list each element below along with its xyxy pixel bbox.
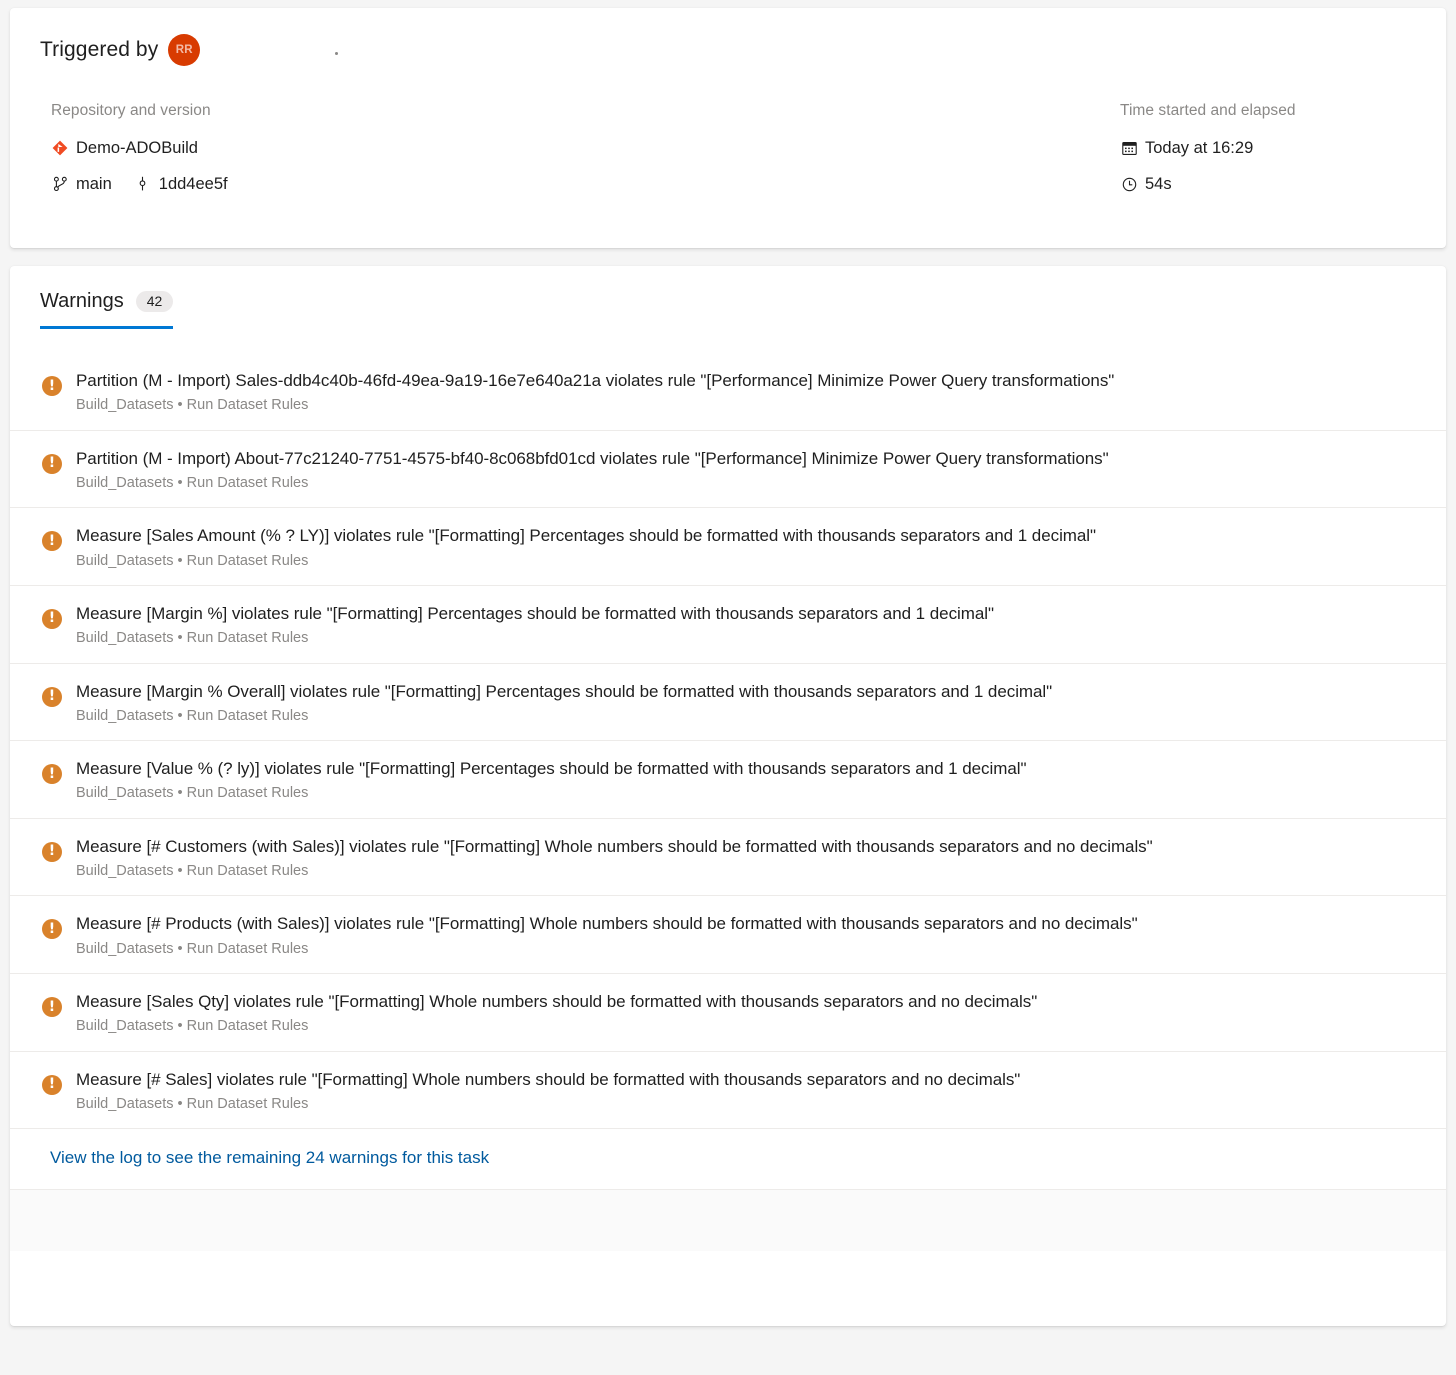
time-heading: Time started and elapsed bbox=[1120, 102, 1416, 120]
warning-source: Build_Datasets • Run Dataset Rules bbox=[76, 475, 1416, 492]
run-summary-card: Triggered by RR Repository and version D bbox=[10, 8, 1446, 248]
warning-content: Measure [Sales Qty] violates rule "[Form… bbox=[76, 991, 1416, 1036]
warning-exclamation-icon: ! bbox=[42, 687, 62, 707]
branch-name[interactable]: main bbox=[76, 176, 112, 193]
warning-content: Measure [Margin % Overall] violates rule… bbox=[76, 681, 1416, 726]
warning-content: Measure [Value % (? ly)] violates rule "… bbox=[76, 758, 1416, 803]
card-footer-strip bbox=[10, 1189, 1446, 1251]
repository-name-line[interactable]: Demo-ADOBuild bbox=[51, 133, 1115, 163]
time-elapsed-line: 54s bbox=[1120, 169, 1416, 199]
warning-content: Measure [Margin %] violates rule "[Forma… bbox=[76, 603, 1416, 648]
tab-warnings-label: Warnings bbox=[40, 290, 124, 313]
tab-bar: Warnings 42 bbox=[10, 266, 1446, 329]
warning-source: Build_Datasets • Run Dataset Rules bbox=[76, 785, 1416, 802]
list-item[interactable]: ! Measure [Sales Amount (% ? LY)] violat… bbox=[10, 507, 1446, 585]
warning-message: Measure [# Products (with Sales)] violat… bbox=[76, 913, 1416, 934]
warning-exclamation-icon: ! bbox=[42, 609, 62, 629]
list-item[interactable]: ! Measure [Sales Qty] violates rule "[Fo… bbox=[10, 973, 1446, 1051]
list-item[interactable]: ! Partition (M - Import) About-77c21240-… bbox=[10, 430, 1446, 508]
list-item[interactable]: ! Measure [Margin %] violates rule "[For… bbox=[10, 585, 1446, 663]
list-item[interactable]: ! Measure [# Sales] violates rule "[Form… bbox=[10, 1051, 1446, 1129]
warning-message: Measure [Sales Amount (% ? LY)] violates… bbox=[76, 525, 1416, 546]
repository-heading: Repository and version bbox=[51, 102, 1115, 120]
commit-id[interactable]: 1dd4ee5f bbox=[159, 176, 228, 193]
warning-message: Measure [# Sales] violates rule "[Format… bbox=[76, 1069, 1416, 1090]
warning-exclamation-icon: ! bbox=[42, 376, 62, 396]
warnings-count-badge: 42 bbox=[136, 291, 174, 312]
warning-exclamation-icon: ! bbox=[42, 919, 62, 939]
view-log-row: View the log to see the remaining 24 war… bbox=[10, 1128, 1446, 1189]
run-metadata-grid: Repository and version Demo-ADOBuild bbox=[40, 102, 1416, 199]
warnings-list: ! Partition (M - Import) Sales-ddb4c40b-… bbox=[10, 353, 1446, 1128]
azure-repos-diamond-icon bbox=[51, 139, 69, 157]
warning-message: Partition (M - Import) About-77c21240-77… bbox=[76, 448, 1416, 469]
time-started-value: Today at 16:29 bbox=[1145, 140, 1253, 157]
warning-source: Build_Datasets • Run Dataset Rules bbox=[76, 708, 1416, 725]
warning-message: Partition (M - Import) Sales-ddb4c40b-46… bbox=[76, 370, 1416, 391]
warning-source: Build_Datasets • Run Dataset Rules bbox=[76, 1018, 1416, 1035]
warning-exclamation-icon: ! bbox=[42, 454, 62, 474]
warning-source: Build_Datasets • Run Dataset Rules bbox=[76, 863, 1416, 880]
repository-name: Demo-ADOBuild bbox=[76, 140, 198, 157]
warning-message: Measure [Sales Qty] violates rule "[Form… bbox=[76, 991, 1416, 1012]
list-item[interactable]: ! Measure [# Customers (with Sales)] vio… bbox=[10, 818, 1446, 896]
repository-column: Repository and version Demo-ADOBuild bbox=[40, 102, 1115, 199]
warning-source: Build_Datasets • Run Dataset Rules bbox=[76, 941, 1416, 958]
warning-message: Measure [Margin %] violates rule "[Forma… bbox=[76, 603, 1416, 624]
avatar[interactable]: RR bbox=[168, 34, 200, 66]
triggered-by-row: Triggered by RR bbox=[40, 30, 1416, 70]
warning-exclamation-icon: ! bbox=[42, 1075, 62, 1095]
warning-content: Measure [# Customers (with Sales)] viola… bbox=[76, 836, 1416, 881]
warning-exclamation-icon: ! bbox=[42, 531, 62, 551]
warning-content: Measure [Sales Amount (% ? LY)] violates… bbox=[76, 525, 1416, 570]
clock-icon bbox=[1120, 175, 1138, 193]
warning-source: Build_Datasets • Run Dataset Rules bbox=[76, 630, 1416, 647]
tab-warnings[interactable]: Warnings 42 bbox=[40, 290, 173, 329]
time-column: Time started and elapsed bbox=[1115, 102, 1416, 199]
time-started-line: Today at 16:29 bbox=[1120, 133, 1416, 163]
warning-content: Partition (M - Import) About-77c21240-77… bbox=[76, 448, 1416, 493]
list-item[interactable]: ! Measure [Value % (? ly)] violates rule… bbox=[10, 740, 1446, 818]
warning-source: Build_Datasets • Run Dataset Rules bbox=[76, 553, 1416, 570]
decorative-dot bbox=[335, 52, 338, 55]
calendar-icon bbox=[1120, 139, 1138, 157]
warning-message: Measure [# Customers (with Sales)] viola… bbox=[76, 836, 1416, 857]
list-item[interactable]: ! Measure [# Products (with Sales)] viol… bbox=[10, 895, 1446, 973]
git-commit-icon bbox=[134, 175, 152, 193]
warning-source: Build_Datasets • Run Dataset Rules bbox=[76, 397, 1416, 414]
warnings-card: Warnings 42 ! Partition (M - Import) Sal… bbox=[10, 266, 1446, 1326]
warning-content: Partition (M - Import) Sales-ddb4c40b-46… bbox=[76, 370, 1416, 415]
view-log-link[interactable]: View the log to see the remaining 24 war… bbox=[50, 1148, 489, 1167]
warning-content: Measure [# Products (with Sales)] violat… bbox=[76, 913, 1416, 958]
git-branch-icon bbox=[51, 175, 69, 193]
warning-source: Build_Datasets • Run Dataset Rules bbox=[76, 1096, 1416, 1113]
branch-and-commit-line: main 1dd4ee5f bbox=[51, 169, 1115, 199]
warning-message: Measure [Margin % Overall] violates rule… bbox=[76, 681, 1416, 702]
warning-exclamation-icon: ! bbox=[42, 997, 62, 1017]
time-elapsed-value: 54s bbox=[1145, 176, 1172, 193]
warning-exclamation-icon: ! bbox=[42, 842, 62, 862]
warning-exclamation-icon: ! bbox=[42, 764, 62, 784]
warning-message: Measure [Value % (? ly)] violates rule "… bbox=[76, 758, 1416, 779]
list-item[interactable]: ! Partition (M - Import) Sales-ddb4c40b-… bbox=[10, 353, 1446, 430]
warning-content: Measure [# Sales] violates rule "[Format… bbox=[76, 1069, 1416, 1114]
list-item[interactable]: ! Measure [Margin % Overall] violates ru… bbox=[10, 663, 1446, 741]
triggered-by-label: Triggered by bbox=[40, 38, 158, 62]
pipeline-run-summary-page: Triggered by RR Repository and version D bbox=[0, 8, 1456, 1375]
